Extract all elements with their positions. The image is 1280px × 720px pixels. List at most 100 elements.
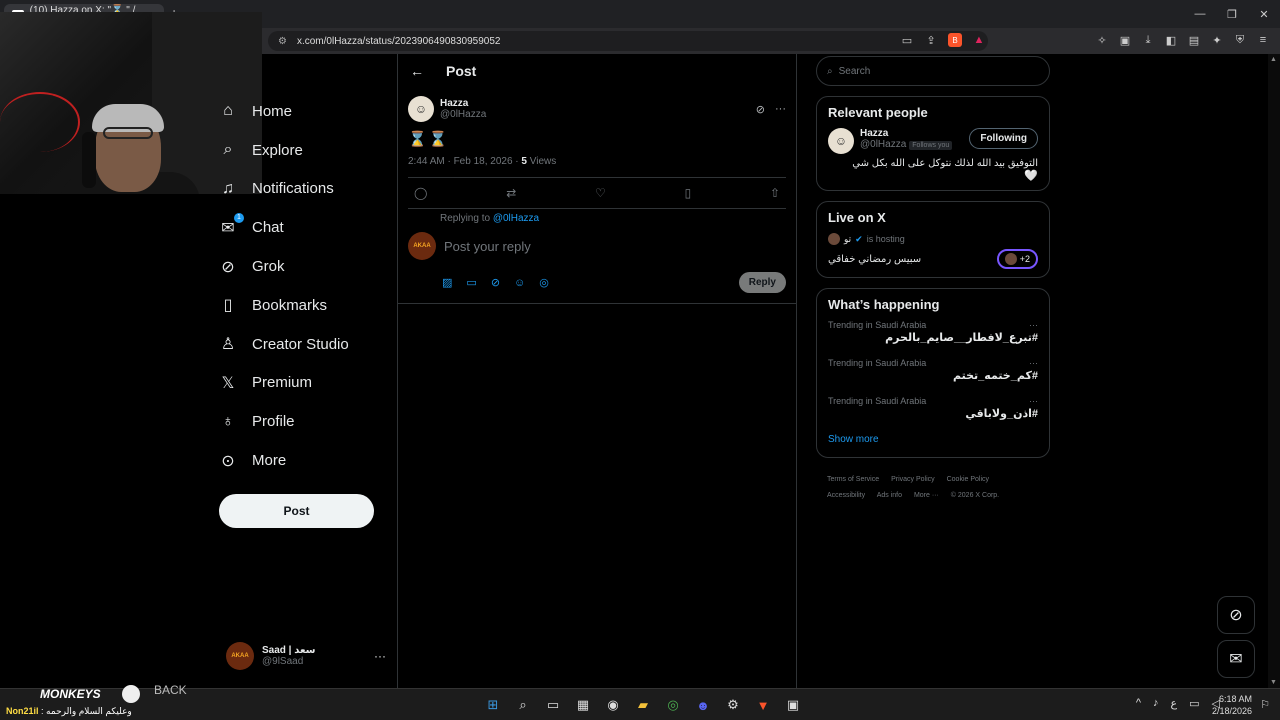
like-icon[interactable]: ♡ — [595, 186, 606, 200]
microphone-icon[interactable]: ♪ — [1153, 697, 1159, 710]
taskbar-apps: ⊞ ⌕ ▭ ▦ ◉ ▰ ◎ ☻ ⚙ ▼ ▣ — [483, 695, 803, 715]
network-icon[interactable]: ▭ — [1189, 697, 1199, 710]
more-icon[interactable]: ··· — [775, 103, 786, 116]
trend-more-icon[interactable]: ··· — [1029, 358, 1038, 368]
task-view-icon[interactable]: ▭ — [543, 695, 563, 715]
grok-fab[interactable]: ⊘ — [1217, 596, 1255, 634]
nav-bookmarks[interactable]: ▯ Bookmarks — [218, 286, 388, 325]
following-button[interactable]: Following — [969, 128, 1038, 149]
footer-link[interactable]: Privacy Policy — [891, 476, 935, 483]
footer-link[interactable]: Cookie Policy — [947, 476, 989, 483]
search-input[interactable]: ⌕ Search — [816, 56, 1050, 86]
brave-icon[interactable]: ▼ — [753, 695, 773, 715]
live-space-row[interactable]: سبيس رمضاني خفاقي +2 — [828, 249, 1038, 269]
nav-grok[interactable]: ⊘ Grok — [218, 247, 388, 286]
footer-link[interactable]: Terms of Service — [827, 476, 879, 483]
author-handle[interactable]: @0lHazza — [440, 109, 486, 120]
url-field[interactable]: ⚙ x.com/0lHazza/status/20239064908309590… — [268, 31, 988, 51]
obs-icon[interactable]: ◉ — [603, 695, 623, 715]
repost-icon[interactable]: ⇄ — [506, 186, 516, 200]
share-icon[interactable]: ⇪ — [924, 33, 938, 47]
scroll-up-icon[interactable]: ▲ — [1270, 56, 1277, 63]
gif-icon[interactable]: ▭ — [466, 276, 476, 289]
tray-overflow-icon[interactable]: ^ — [1136, 697, 1141, 710]
reply-button[interactable]: Reply — [738, 272, 786, 293]
vpn-icon[interactable]: ⛨ — [1233, 33, 1247, 47]
leo-ai-icon[interactable]: ✦ — [1210, 33, 1224, 47]
nav-label: Creator Studio — [252, 335, 349, 353]
compose-post-button[interactable]: Post — [219, 494, 374, 528]
nav-profile[interactable]: ♁ Profile — [218, 402, 388, 441]
clock[interactable]: 6:18 AM 2/18/2026 — [1212, 693, 1252, 717]
extensions-icon[interactable]: ✧ — [1095, 33, 1109, 47]
restore-icon[interactable]: ❐ — [1216, 0, 1248, 28]
chrome-icon[interactable]: ◎ — [663, 695, 683, 715]
menu-icon[interactable]: ≡ — [1256, 33, 1270, 47]
nav-chat[interactable]: ✉ 1 Chat — [218, 208, 388, 247]
image-icon[interactable]: ▨ — [442, 276, 452, 289]
nav-creator-studio[interactable]: ♙ Creator Studio — [218, 325, 388, 364]
trend-more-icon[interactable]: ··· — [1029, 320, 1038, 330]
live-host-row: تو ✔ is hosting — [828, 233, 1038, 245]
nav-more[interactable]: ⊙ More — [218, 441, 388, 480]
reply-icon[interactable]: ◯ — [414, 186, 427, 200]
nav-home[interactable]: ⌂ Home — [218, 92, 388, 131]
language-indicator[interactable]: ع — [1171, 697, 1178, 710]
host-avatar — [828, 233, 840, 245]
grok-icon[interactable]: ⊘ — [491, 276, 500, 289]
account-more-icon[interactable]: ··· — [374, 649, 386, 663]
footer-link[interactable]: More ··· — [914, 492, 939, 499]
downloads-icon[interactable]: ⤓ — [1141, 33, 1155, 47]
back-arrow-icon[interactable]: ← — [410, 63, 424, 79]
show-more-link[interactable]: Show more — [828, 434, 1038, 449]
author-name[interactable]: Hazza — [440, 98, 486, 109]
space-listeners-pill[interactable]: +2 — [996, 249, 1038, 269]
trend-item[interactable]: Trending in Saudi Arabia ··· #اذن_ولاباقي — [828, 396, 1038, 420]
trend-name: #كم_ختمه_تختم — [952, 370, 1038, 382]
reply-input[interactable]: Post your reply — [444, 239, 531, 254]
trend-item[interactable]: Trending in Saudi Arabia ··· #تبرع_لافطار… — [828, 320, 1038, 344]
scroll-down-icon[interactable]: ▼ — [1270, 679, 1277, 686]
post-time[interactable]: 2:44 AM · Feb 18, 2026 · — [408, 156, 521, 167]
search-icon[interactable]: ⌕ — [513, 695, 533, 715]
webcam-microphone — [82, 132, 96, 188]
footer-link[interactable]: Ads info — [877, 492, 902, 499]
store-icon[interactable]: ▦ — [573, 695, 593, 715]
nav-premium[interactable]: 𝕏 Premium — [218, 364, 388, 403]
emoji-icon[interactable]: ☺ — [514, 277, 525, 289]
brave-rewards-icon[interactable]: ▲ — [972, 33, 986, 47]
cast-icon[interactable]: ▭ — [900, 33, 914, 47]
close-window-icon[interactable]: ✕ — [1248, 0, 1280, 28]
discord-icon[interactable]: ☻ — [693, 695, 713, 715]
footer-link[interactable]: Accessibility — [827, 492, 865, 499]
wallet-icon[interactable]: ▤ — [1187, 33, 1201, 47]
site-settings-icon[interactable]: ⚙ — [278, 36, 287, 47]
nav-label: Premium — [252, 374, 313, 392]
person-name[interactable]: Hazza — [860, 128, 952, 139]
location-icon[interactable]: ◎ — [539, 276, 549, 289]
grok-icon[interactable]: ⊘ — [756, 103, 765, 116]
nav-notifications[interactable]: ♫ Notifications — [218, 170, 388, 209]
steam-icon[interactable]: ⚙ — [723, 695, 743, 715]
account-switcher[interactable]: AKAA Saad | سعد @9lSaad ··· — [226, 640, 386, 672]
game-app-icon[interactable]: ▣ — [783, 695, 803, 715]
bookmark-icon[interactable]: ▯ — [685, 186, 692, 200]
file-explorer-icon[interactable]: ▰ — [633, 695, 653, 715]
search-icon: ⌕ — [223, 141, 233, 159]
page-scrollbar[interactable]: ▲ ▼ — [1268, 54, 1280, 688]
person-row[interactable]: ☺ Hazza @0lHazza Follows you Following — [828, 128, 1038, 154]
sidebar-icon[interactable]: ◧ — [1164, 33, 1178, 47]
author-avatar[interactable]: ☺ — [408, 96, 434, 122]
share-icon[interactable]: ⇧ — [770, 186, 780, 200]
person-avatar[interactable]: ☺ — [828, 128, 854, 154]
tab-groups-icon[interactable]: ▣ — [1118, 33, 1132, 47]
notification-bell-icon[interactable]: ⚐ — [1260, 698, 1270, 711]
nav-explore[interactable]: ⌕ Explore — [218, 131, 388, 170]
minimize-icon[interactable]: — — [1184, 0, 1216, 28]
windows-start-icon[interactable]: ⊞ — [483, 695, 503, 715]
brave-shields-icon[interactable]: B — [948, 33, 962, 47]
replying-handle[interactable]: @0lHazza — [493, 213, 539, 224]
trend-item[interactable]: Trending in Saudi Arabia ··· #كم_ختمه_تخت… — [828, 358, 1038, 382]
messages-fab[interactable]: ✉ — [1217, 640, 1255, 678]
trend-more-icon[interactable]: ··· — [1029, 396, 1038, 406]
